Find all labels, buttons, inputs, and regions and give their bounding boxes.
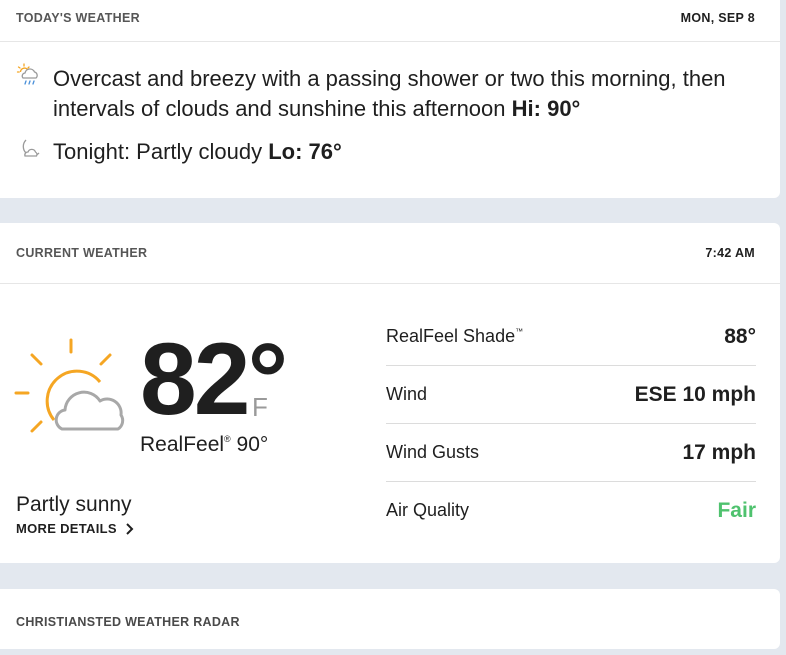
detail-air-quality: Air Quality Fair [386, 482, 756, 539]
realfeel: RealFeel® 90° [140, 433, 268, 457]
detail-value: 17 mph [682, 440, 756, 464]
detail-value: ESE 10 mph [634, 382, 756, 406]
current-conditions: 82° F RealFeel® 90° Partly sunny MORE DE… [0, 283, 370, 563]
more-details-label: MORE DETAILS [16, 521, 117, 536]
cloud-rain-sun-icon [16, 61, 46, 91]
current-weather-title: CURRENT WEATHER [16, 246, 148, 260]
detail-label: Air Quality [386, 500, 470, 520]
current-weather-header: CURRENT WEATHER 7:42 AM [0, 223, 780, 284]
more-details-link[interactable]: MORE DETAILS [16, 521, 135, 536]
trademark-mark: ™ [515, 327, 524, 336]
temperature-unit: F [252, 392, 268, 422]
detail-wind-gusts: Wind Gusts 17 mph [386, 424, 756, 482]
realfeel-label: RealFeel [140, 433, 225, 456]
detail-label: Wind [386, 384, 428, 404]
moon-icon [16, 134, 46, 164]
radar-title: CHRISTIANSTED WEATHER RADAR [16, 615, 240, 629]
todays-weather-title: TODAY'S WEATHER [16, 10, 140, 25]
weather-phrase: Partly sunny [16, 493, 132, 516]
detail-label: Wind Gusts [386, 442, 480, 462]
night-forecast: Tonight: Partly cloudy Lo: 76° [16, 137, 733, 167]
radar-header: CHRISTIANSTED WEATHER RADAR [0, 589, 780, 655]
day-forecast-text: Overcast and breezy with a passing showe… [53, 66, 726, 121]
detail-value: 88° [724, 324, 756, 348]
forecast-date: MON, SEP 8 [680, 10, 755, 25]
current-time: 7:42 AM [705, 246, 755, 260]
realfeel-value: 90° [236, 433, 269, 456]
todays-weather-header: TODAY'S WEATHER MON, SEP 8 [0, 0, 780, 42]
lo-temperature: Lo: 76° [268, 139, 342, 164]
registered-mark: ® [224, 434, 231, 444]
chevron-right-icon [125, 522, 135, 536]
day-forecast: Overcast and breezy with a passing showe… [16, 61, 733, 124]
todays-weather-card: TODAY'S WEATHER MON, SEP 8 Overcast and … [0, 0, 780, 198]
current-weather-card[interactable]: CURRENT WEATHER 7:42 AM 82° F RealFeel® … [0, 223, 780, 563]
night-forecast-text: Tonight: Partly cloudy [53, 139, 263, 164]
weather-details-list: RealFeel Shade™ 88° Wind ESE 10 mph Wind… [386, 308, 756, 539]
partly-sunny-icon [14, 338, 129, 438]
detail-realfeel-shade: RealFeel Shade™ 88° [386, 308, 756, 366]
detail-wind: Wind ESE 10 mph [386, 366, 756, 424]
hi-temperature: Hi: 90° [511, 96, 581, 121]
air-quality-value: Fair [717, 498, 756, 522]
detail-label: RealFeel Shade [386, 326, 516, 346]
weather-radar-card[interactable]: CHRISTIANSTED WEATHER RADAR [0, 589, 780, 649]
